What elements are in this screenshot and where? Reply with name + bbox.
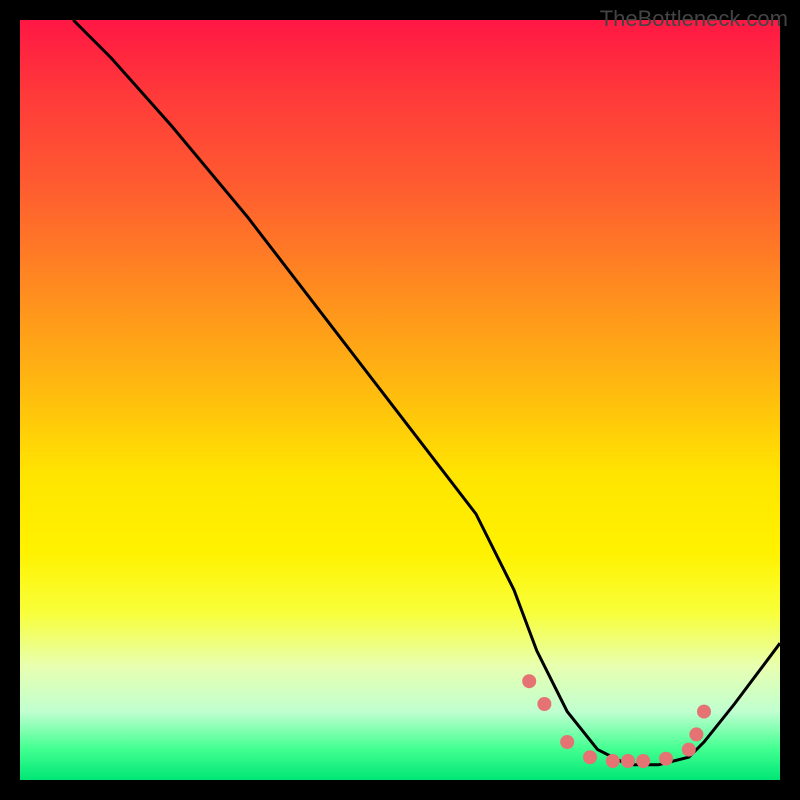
marker-dot — [583, 750, 597, 764]
marker-dot — [522, 674, 536, 688]
marker-dot — [636, 754, 650, 768]
plot-area — [20, 20, 780, 780]
marker-dot — [537, 697, 551, 711]
marker-dot — [621, 754, 635, 768]
marker-dot — [560, 735, 574, 749]
marker-dot — [689, 727, 703, 741]
marker-dot — [682, 743, 696, 757]
chart-svg — [20, 20, 780, 780]
watermark-text: TheBottleneck.com — [600, 6, 788, 32]
curve-line — [73, 20, 780, 765]
marker-group — [522, 674, 711, 768]
marker-dot — [659, 752, 673, 766]
marker-dot — [697, 705, 711, 719]
marker-dot — [606, 754, 620, 768]
